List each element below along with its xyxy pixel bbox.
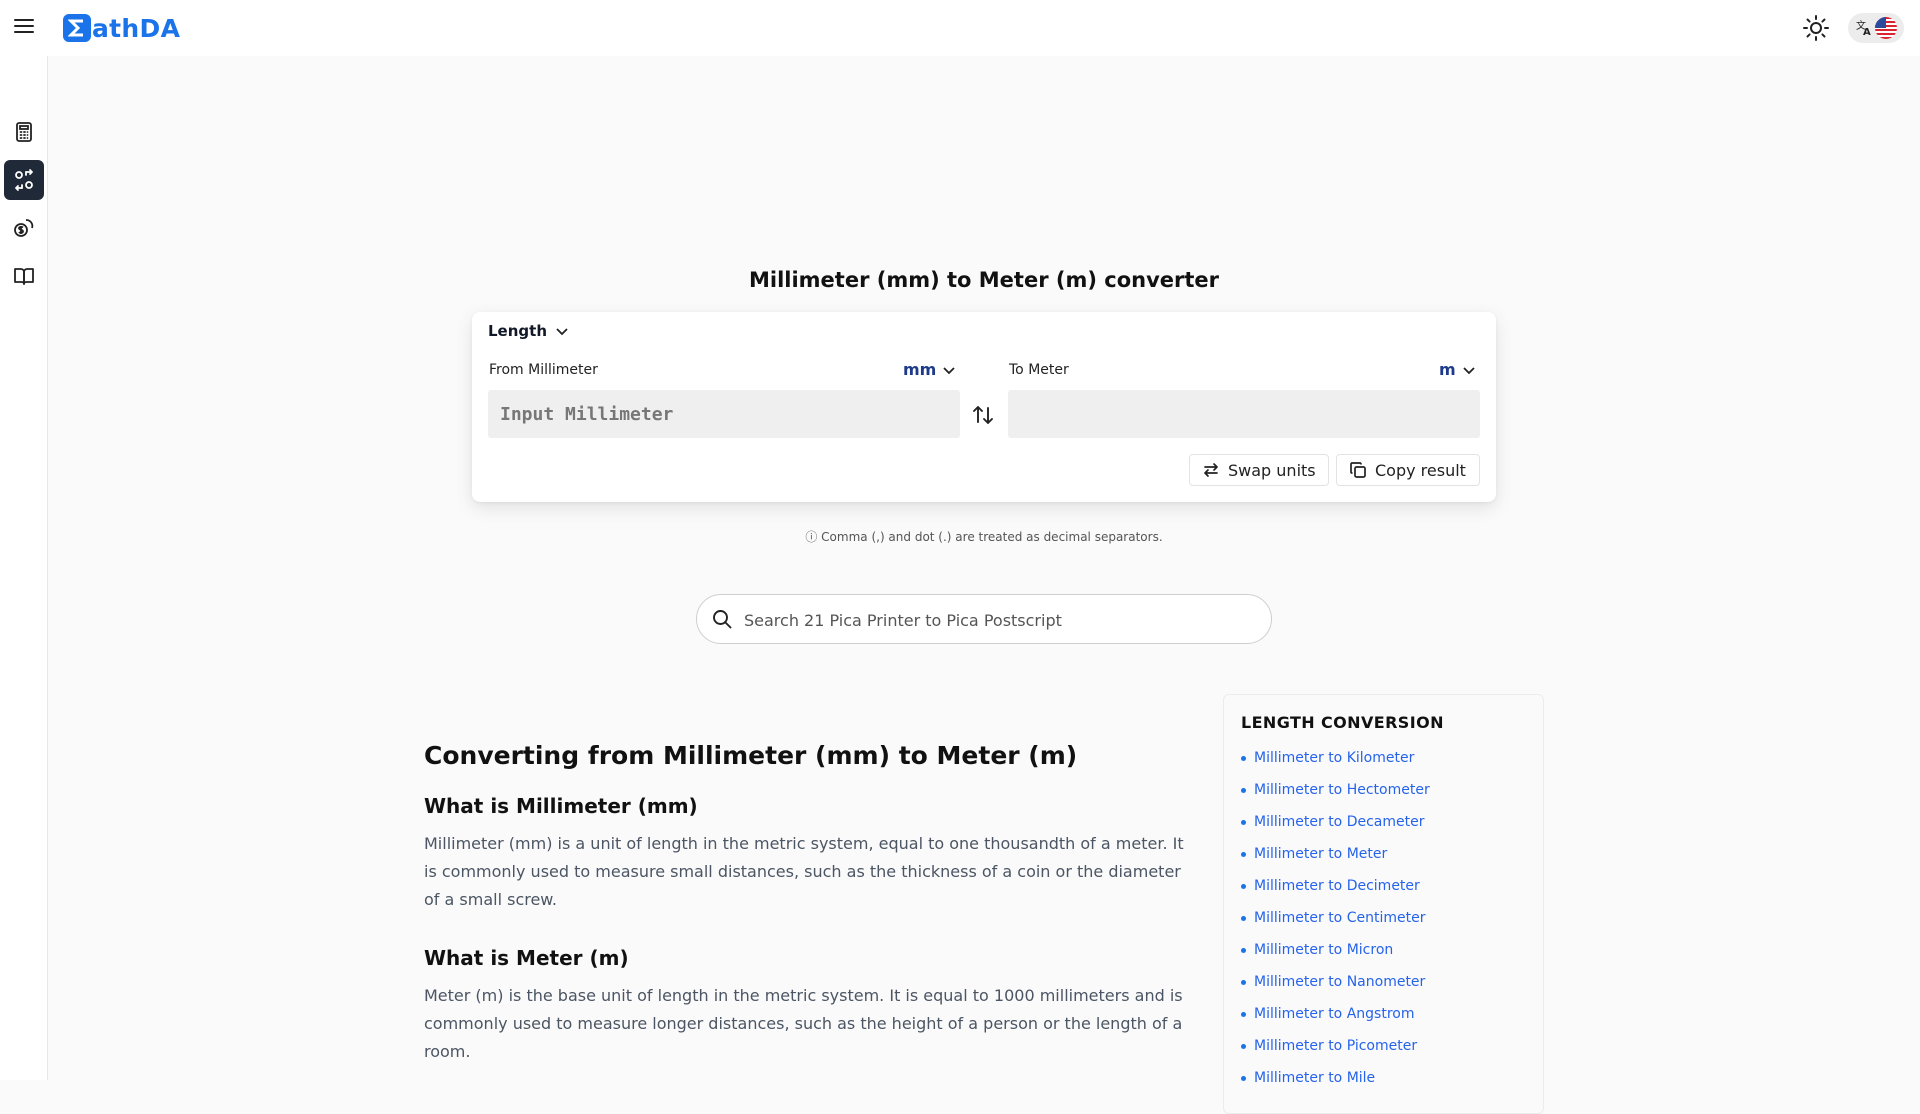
related-link[interactable]: Millimeter to Nanometer bbox=[1254, 974, 1425, 990]
from-unit-select[interactable]: mm bbox=[903, 360, 956, 379]
list-item: Millimeter to Kilometer bbox=[1241, 742, 1430, 774]
to-unit-label: m bbox=[1439, 360, 1456, 379]
section-title: What is Meter (m) bbox=[424, 946, 629, 970]
related-conversions-panel: LENGTH CONVERSION Millimeter to Kilomete… bbox=[1223, 694, 1544, 1114]
bullet-icon bbox=[1241, 947, 1246, 953]
us-flag-icon bbox=[1875, 17, 1897, 39]
list-item: Millimeter to Decimeter bbox=[1241, 870, 1430, 902]
list-item: Millimeter to Mile bbox=[1241, 1062, 1430, 1094]
unit-search bbox=[696, 594, 1272, 644]
currency-icon bbox=[12, 216, 36, 240]
bullet-icon bbox=[1241, 1011, 1246, 1017]
to-value-output[interactable] bbox=[1008, 390, 1480, 438]
list-item: Millimeter to Picometer bbox=[1241, 1030, 1430, 1062]
sigma-logo-icon bbox=[63, 14, 91, 42]
sidebar-item-calculator[interactable] bbox=[4, 112, 44, 152]
category-select[interactable]: Length bbox=[488, 322, 569, 340]
article-heading: Converting from Millimeter (mm) to Meter… bbox=[424, 741, 1078, 770]
chevron-down-icon bbox=[1462, 363, 1476, 377]
related-link[interactable]: Millimeter to Hectometer bbox=[1254, 782, 1430, 798]
bullet-icon bbox=[1241, 819, 1246, 825]
bullet-icon bbox=[1241, 883, 1246, 889]
search-input[interactable] bbox=[742, 603, 1256, 637]
chevron-down-icon bbox=[555, 324, 569, 338]
list-item: Millimeter to Micron bbox=[1241, 934, 1430, 966]
logo-text: athDA bbox=[92, 13, 181, 43]
sun-icon[interactable] bbox=[1802, 14, 1830, 42]
calculator-icon bbox=[13, 121, 35, 143]
list-item: Millimeter to Hectometer bbox=[1241, 774, 1430, 806]
list-item: Millimeter to Meter bbox=[1241, 838, 1430, 870]
book-icon bbox=[12, 264, 36, 288]
swap-arrows-icon[interactable] bbox=[970, 402, 996, 428]
related-link[interactable]: Millimeter to Decimeter bbox=[1254, 878, 1420, 894]
swap-icon bbox=[1202, 461, 1220, 479]
section-body: Millimeter (mm) is a unit of length in t… bbox=[424, 834, 1184, 909]
related-link[interactable]: Millimeter to Mile bbox=[1254, 1070, 1375, 1086]
related-link[interactable]: Millimeter to Centimeter bbox=[1254, 910, 1425, 926]
language-button[interactable]: 文 A bbox=[1848, 13, 1904, 43]
search-icon bbox=[711, 608, 733, 630]
related-link[interactable]: Millimeter to Kilometer bbox=[1254, 750, 1414, 766]
copy-result-button[interactable]: Copy result bbox=[1336, 454, 1480, 486]
converter-icon bbox=[12, 168, 36, 192]
logo[interactable]: athDA bbox=[63, 12, 180, 44]
list-item: Millimeter to Angstrom bbox=[1241, 998, 1430, 1030]
section-title: What is Millimeter (mm) bbox=[424, 794, 698, 818]
from-unit-label: mm bbox=[903, 360, 937, 379]
bullet-icon bbox=[1241, 787, 1246, 793]
page-title: Millimeter (mm) to Meter (m) converter bbox=[748, 268, 1220, 292]
swap-units-label: Swap units bbox=[1228, 460, 1316, 480]
sidebar bbox=[0, 56, 48, 1080]
article: Converting from Millimeter (mm) to Meter… bbox=[424, 736, 1186, 1066]
bullet-icon bbox=[1241, 1043, 1246, 1049]
category-label: Length bbox=[488, 322, 547, 340]
related-link[interactable]: Millimeter to Meter bbox=[1254, 846, 1387, 862]
related-title: LENGTH CONVERSION bbox=[1241, 713, 1444, 732]
bullet-icon bbox=[1241, 851, 1246, 857]
chevron-down-icon bbox=[942, 363, 956, 377]
sidebar-item-currency[interactable] bbox=[4, 208, 44, 248]
decimal-separator-note: ⓘ Comma (,) and dot (.) are treated as d… bbox=[805, 530, 1163, 544]
hamburger-menu-icon[interactable] bbox=[11, 13, 37, 39]
related-link[interactable]: Millimeter to Decameter bbox=[1254, 814, 1424, 830]
related-links-list: Millimeter to Kilometer Millimeter to He… bbox=[1241, 742, 1430, 1094]
to-unit-select[interactable]: m bbox=[1439, 360, 1476, 379]
copy-result-label: Copy result bbox=[1375, 460, 1466, 480]
bullet-icon bbox=[1241, 915, 1246, 921]
copy-icon bbox=[1349, 461, 1367, 479]
sidebar-item-learn[interactable] bbox=[4, 256, 44, 296]
sidebar-item-converter[interactable] bbox=[4, 160, 44, 200]
related-link[interactable]: Millimeter to Micron bbox=[1254, 942, 1393, 958]
translate-icon: 文 A bbox=[1856, 20, 1874, 36]
list-item: Millimeter to Nanometer bbox=[1241, 966, 1430, 998]
list-item: Millimeter to Centimeter bbox=[1241, 902, 1430, 934]
from-value-input[interactable] bbox=[488, 390, 960, 438]
svg-text:A: A bbox=[1863, 27, 1871, 36]
to-label: To Meter bbox=[1009, 362, 1069, 378]
converter-card: Length From Millimeter mm To Meter m bbox=[472, 312, 1496, 502]
bullet-icon bbox=[1241, 755, 1246, 761]
from-label: From Millimeter bbox=[489, 362, 598, 378]
related-link[interactable]: Millimeter to Angstrom bbox=[1254, 1006, 1414, 1022]
swap-units-button[interactable]: Swap units bbox=[1189, 454, 1329, 486]
bullet-icon bbox=[1241, 979, 1246, 985]
related-link[interactable]: Millimeter to Picometer bbox=[1254, 1038, 1417, 1054]
top-bar: athDA 文 A bbox=[0, 0, 1920, 56]
list-item: Millimeter to Decameter bbox=[1241, 806, 1430, 838]
section-body: Meter (m) is the base unit of length in … bbox=[424, 986, 1183, 1061]
